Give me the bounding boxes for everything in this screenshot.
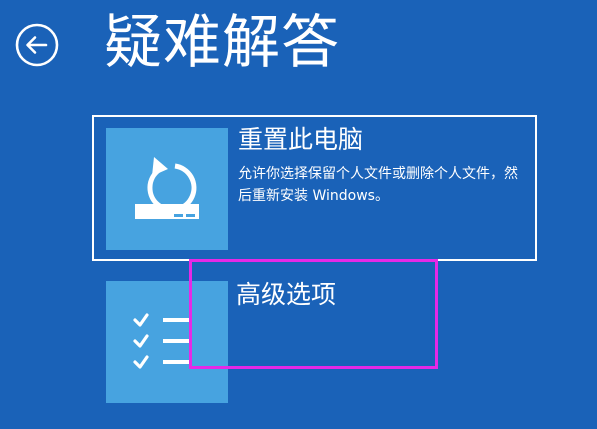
advanced-options-tile [106, 281, 228, 403]
page-title: 疑难解答 [104, 8, 341, 76]
back-arrow-icon [15, 23, 59, 67]
reset-pc-title: 重置此电脑 [238, 125, 364, 154]
reset-pc-icon [135, 157, 199, 219]
reset-pc-option[interactable]: 重置此电脑 允许你选择保留个人文件或删除个人文件，然后重新安装 Windows。 [92, 115, 537, 261]
back-button[interactable] [14, 22, 60, 68]
checklist-icon [133, 313, 191, 369]
reset-pc-description: 允许你选择保留个人文件或删除个人文件，然后重新安装 Windows。 [238, 166, 518, 204]
advanced-options-title: 高级选项 [236, 280, 337, 309]
advanced-options-option[interactable]: 高级选项 [92, 270, 537, 416]
reset-pc-tile [106, 128, 228, 250]
